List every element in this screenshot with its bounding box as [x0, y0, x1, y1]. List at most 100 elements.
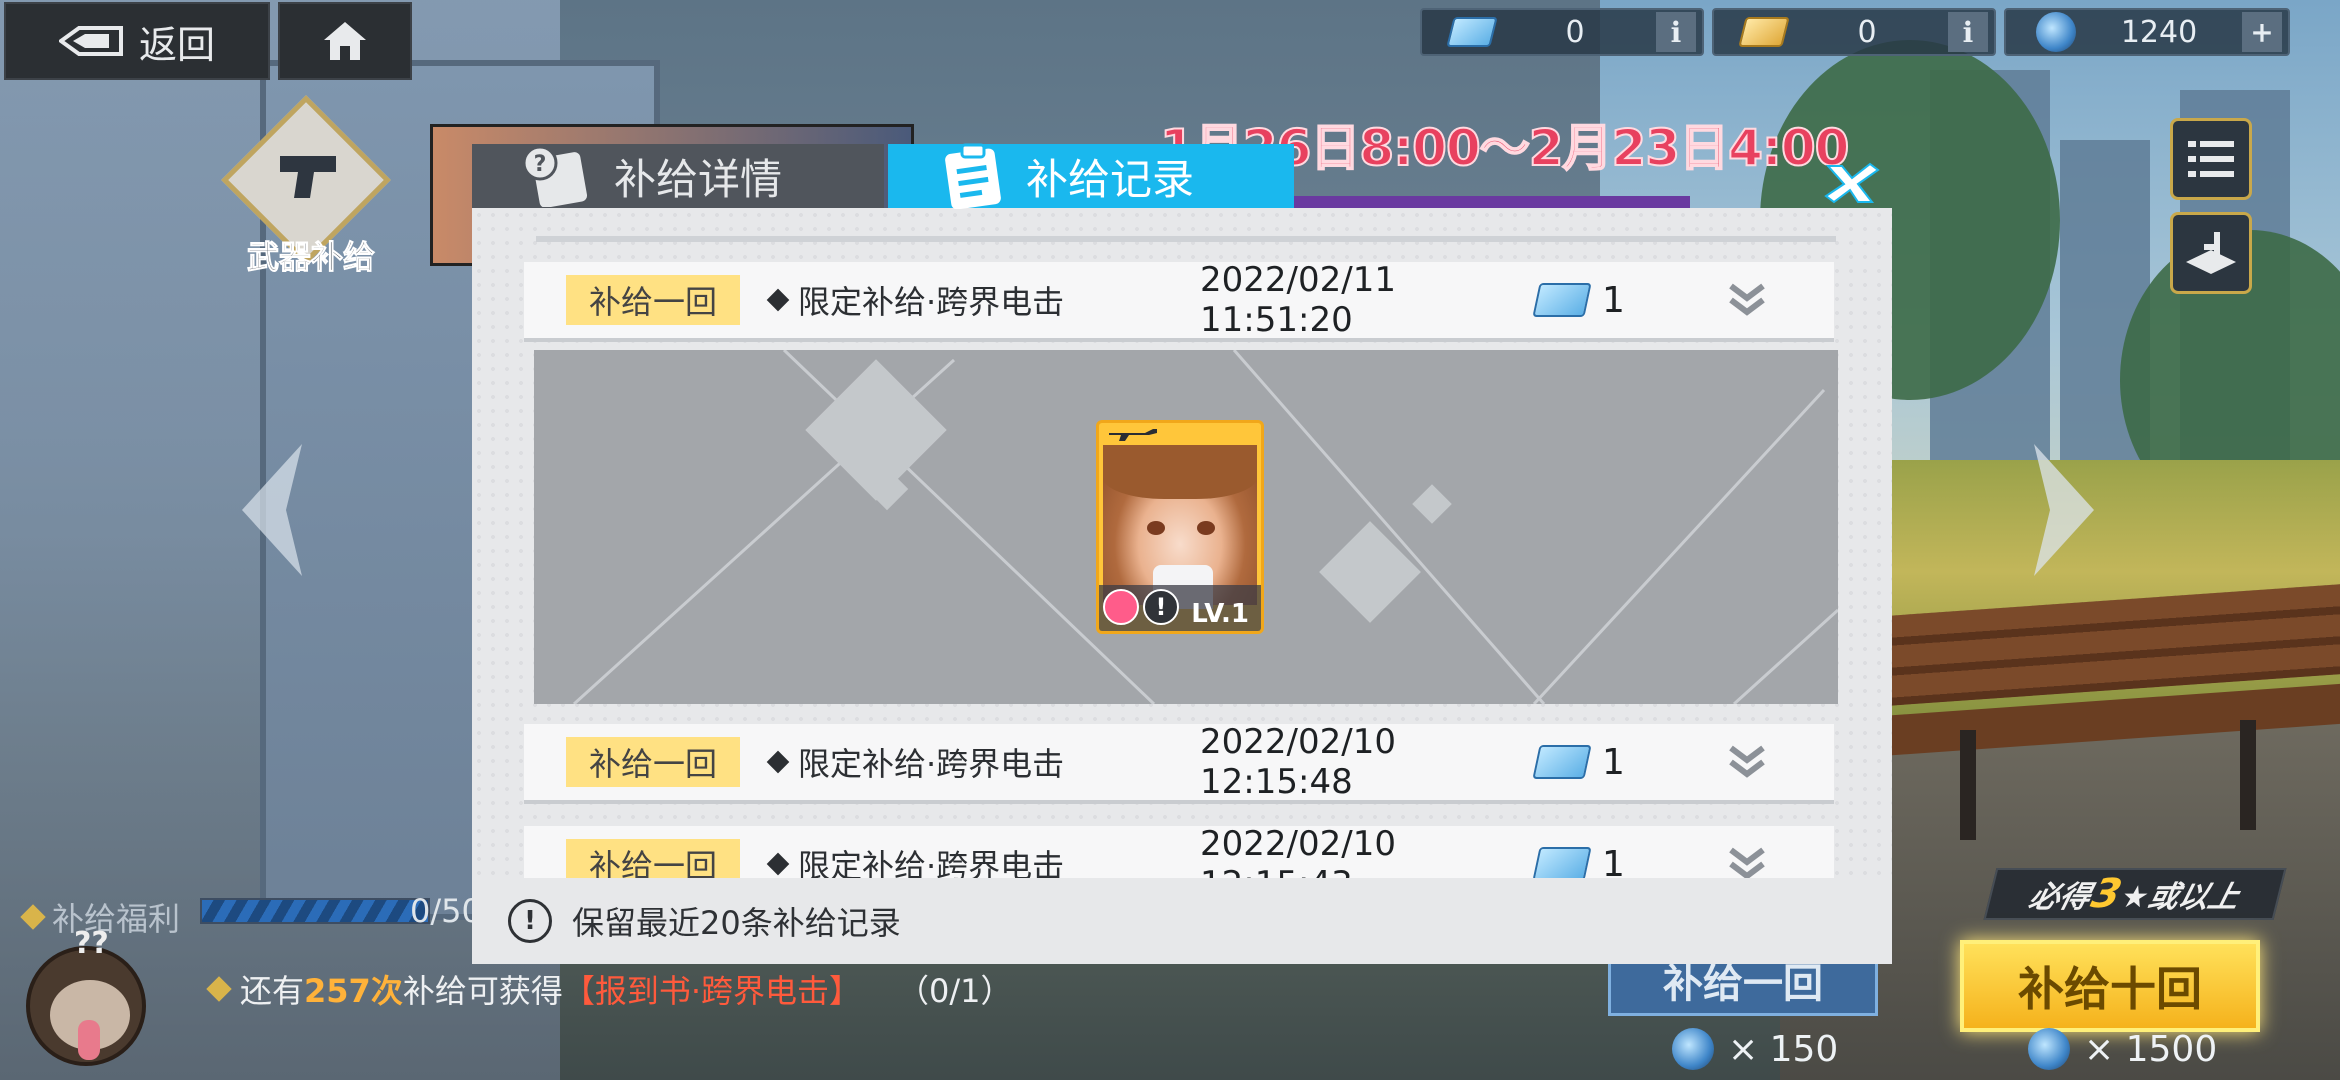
- supply-one-cost-value: × 150: [1728, 1028, 1839, 1070]
- scene-view-button[interactable]: [2170, 212, 2252, 294]
- character-portrait: [1103, 445, 1257, 609]
- heart-badge-icon: [1103, 589, 1139, 625]
- card-level: LV.1: [1191, 599, 1249, 629]
- record-count: 1: [1602, 741, 1625, 783]
- record-count: 1: [1602, 279, 1625, 321]
- info-icon: i: [1962, 15, 1974, 49]
- plus-icon: +: [2250, 15, 2274, 49]
- records-notice: ! 保留最近20条补给记录: [508, 898, 901, 944]
- mascot-tongue: [78, 1020, 100, 1060]
- remaining-number: 257次: [304, 972, 403, 1010]
- currency-ticket-gold: 0 i: [1712, 8, 1996, 56]
- crystal-icon: [1672, 1028, 1714, 1070]
- rifle-icon: [1109, 429, 1157, 441]
- tab-details-label: 补给详情: [614, 154, 783, 204]
- record-pool-name: 限定补给·跨界电击: [798, 745, 1065, 783]
- record-pool: 限定补给·跨界电击: [766, 277, 1200, 323]
- character-eye: [1197, 521, 1215, 535]
- supply-ten-button[interactable]: 补给十回: [1960, 940, 2260, 1032]
- weapon-supply-label: 武器补给: [246, 238, 375, 277]
- clipboard-icon: [945, 143, 1001, 209]
- expand-button[interactable]: [1722, 737, 1772, 787]
- currency-crystal: 1240 +: [2004, 8, 2290, 56]
- record-time: 2022/02/10 12:15:48: [1200, 722, 1396, 802]
- notice-text: 保留最近20条补给记录: [572, 904, 901, 942]
- record-row[interactable]: 补给一回 限定补给·跨界电击 2022/02/11 11:51:20 1: [524, 260, 1834, 340]
- gold-ticket-icon: [1738, 17, 1790, 47]
- tab-records-label: 补给记录: [1026, 154, 1195, 204]
- remaining-prefix: 还有: [240, 972, 305, 1010]
- supply-ten-cost-value: × 1500: [2084, 1028, 2218, 1070]
- currency-ticket-blue: 0 i: [1420, 8, 1704, 56]
- chevron-double-down-icon: [1729, 745, 1765, 778]
- record-row[interactable]: 补给一回 限定补给·跨界电击 2022/02/10 12:15:48 1: [524, 722, 1834, 802]
- collapse-button[interactable]: [1722, 275, 1772, 325]
- list-icon: [2188, 141, 2234, 177]
- currency-value: 1240: [2120, 14, 2198, 50]
- diamond-bullet-icon: [766, 288, 790, 312]
- ticket-icon: [1532, 847, 1592, 881]
- crystal-icon: [2036, 12, 2076, 52]
- welfare-label-text: 补给福利: [52, 900, 181, 938]
- record-tag: 补给一回: [566, 737, 740, 787]
- modal-top-divider: [536, 236, 1836, 242]
- home-icon: [324, 22, 366, 60]
- back-button[interactable]: 返回: [4, 2, 270, 80]
- chevron-double-down-icon: [1729, 847, 1765, 880]
- diamond-bullet-icon: [20, 904, 46, 930]
- exclamation-icon: !: [508, 899, 552, 943]
- chevron-left-icon: [242, 444, 302, 576]
- back-arrow-icon: [58, 26, 123, 56]
- tab-supply-details[interactable]: ? 补给详情: [472, 144, 884, 208]
- svg-text:?: ?: [534, 152, 547, 177]
- next-banner-arrow[interactable]: [2024, 440, 2104, 616]
- character-hair: [1103, 445, 1257, 499]
- currency-value: 0: [1857, 14, 1877, 50]
- welfare-progress-bar: [200, 898, 430, 924]
- pistol-icon: [280, 156, 336, 198]
- mascot-avatar[interactable]: [26, 946, 146, 1066]
- remaining-progress: （0/1）: [897, 972, 1013, 1010]
- diamond-bullet-icon: [766, 750, 790, 774]
- currency-value: 0: [1565, 14, 1585, 50]
- add-currency-button[interactable]: +: [2242, 12, 2282, 52]
- weapon-supply-tab[interactable]: 武器补给: [221, 95, 396, 277]
- guarantee-suffix: ★或以上: [2117, 880, 2243, 915]
- record-time: 2022/02/11 11:51:20: [1200, 260, 1396, 340]
- supply-one-cost: × 150: [1672, 1028, 1838, 1070]
- remaining-reward: 【报到书·跨界电击】: [562, 972, 862, 1010]
- character-card[interactable]: ! LV.1: [1096, 420, 1264, 634]
- guarantee-badge: 必得 3 ★或以上: [1983, 868, 2287, 920]
- character-eye: [1147, 521, 1165, 535]
- previous-banner-arrow[interactable]: [232, 440, 312, 616]
- remaining-middle: 补给可获得: [402, 972, 563, 1010]
- chevron-right-icon: [2034, 444, 2094, 576]
- close-button[interactable]: [1820, 158, 1884, 208]
- ticket-icon: [1532, 745, 1592, 779]
- info-button[interactable]: i: [1656, 12, 1696, 52]
- record-pool: 限定补给·跨界电击: [766, 739, 1200, 785]
- info-icon: i: [1670, 15, 1682, 49]
- background-bench-leg: [1960, 730, 1976, 840]
- diamond-bullet-icon: [206, 976, 232, 1002]
- stage-icon: [2186, 232, 2236, 274]
- crystal-icon: [2028, 1028, 2070, 1070]
- blue-ticket-icon: [1446, 17, 1498, 47]
- record-pool-name: 限定补给·跨界电击: [798, 283, 1065, 321]
- info-button[interactable]: i: [1948, 12, 1988, 52]
- diamond-bullet-icon: [766, 852, 790, 876]
- exclamation-badge-icon: !: [1143, 589, 1179, 625]
- ticket-icon: [1532, 283, 1592, 317]
- record-tag: 补给一回: [566, 275, 740, 325]
- menu-list-button[interactable]: [2170, 118, 2252, 200]
- home-button[interactable]: [278, 2, 412, 80]
- tab-supply-records[interactable]: 补给记录: [888, 143, 1294, 209]
- guarantee-prefix: 必得: [2025, 880, 2095, 915]
- supply-ten-cost: × 1500: [2028, 1028, 2217, 1070]
- back-label: 返回: [138, 22, 215, 67]
- question-clipboard-icon: ?: [522, 145, 588, 207]
- close-icon: [1824, 162, 1880, 204]
- chevron-double-down-icon: [1729, 283, 1765, 316]
- question-marks-icon: ??: [74, 926, 109, 961]
- background-bench-leg: [2240, 720, 2256, 830]
